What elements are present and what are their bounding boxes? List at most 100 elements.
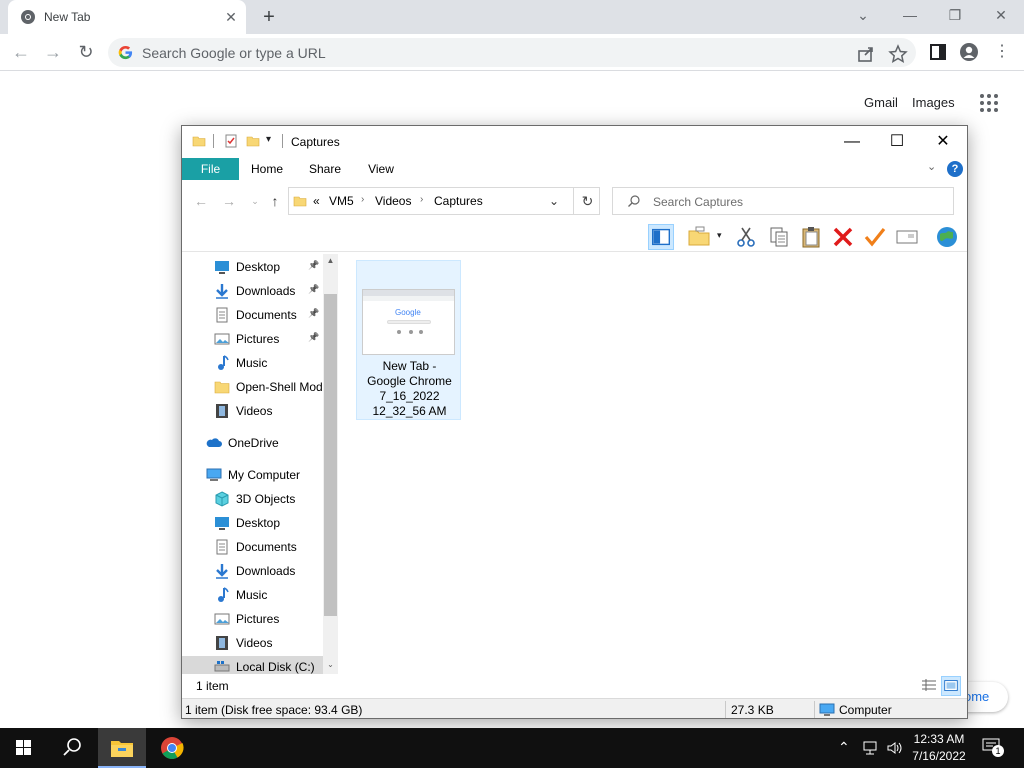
chrome-tab[interactable]: New Tab ✕ [8, 0, 246, 34]
network-icon[interactable] [862, 740, 880, 756]
sidebar-item-music[interactable]: Music [182, 584, 322, 606]
tab-view[interactable]: View [358, 158, 404, 180]
sidebar-item-documents[interactable]: Documents 📌 [182, 304, 322, 326]
tab-home[interactable]: Home [244, 158, 290, 180]
omnibox[interactable]: Search Google or type a URL [108, 38, 916, 67]
sidebar-item-open-shell-mod[interactable]: Open-Shell Mod [182, 376, 323, 398]
minimize-icon[interactable]: — [896, 4, 924, 26]
chrome-tab-strip: New Tab ✕ + ⌄ — ❐ ✕ [0, 0, 1024, 34]
videos-icon [216, 636, 228, 650]
sidebar-item-downloads[interactable]: Downloads [182, 560, 322, 582]
taskbar-search-icon[interactable] [48, 728, 96, 768]
forward-icon[interactable]: → [41, 40, 65, 64]
sidebar-item-pictures[interactable]: Pictures [182, 608, 322, 630]
large-icons-view-icon[interactable] [941, 676, 961, 696]
sidebar-item-label: Pictures [236, 332, 280, 346]
taskbar-file-explorer[interactable] [98, 728, 146, 768]
3d-objects-icon [215, 491, 229, 507]
address-bar[interactable]: « VM5 › Videos › Captures ⌄ ↻ [288, 187, 600, 215]
tab-close-icon[interactable]: ✕ [222, 8, 240, 26]
search-input[interactable]: Search Captures [612, 187, 954, 215]
profile-avatar-icon[interactable] [959, 42, 979, 62]
sidebar-item-documents[interactable]: Documents [182, 536, 322, 558]
email-icon[interactable] [894, 224, 920, 250]
close-window-icon[interactable]: ✕ [987, 4, 1015, 26]
quick-access-dropdown-icon[interactable]: ▾ [266, 134, 271, 145]
crumb-captures[interactable]: Captures [434, 194, 483, 208]
folder-icon [192, 136, 206, 147]
reload-icon[interactable]: ↻ [74, 40, 98, 64]
delete-icon[interactable] [830, 224, 856, 250]
properties-icon[interactable] [224, 134, 238, 148]
clock-time[interactable]: 12:33 AM [906, 732, 972, 746]
explorer-minimize-icon[interactable]: — [830, 130, 874, 154]
tab-search-icon[interactable]: ⌄ [849, 4, 877, 26]
copy-icon[interactable] [766, 224, 792, 250]
chrome-menu-icon[interactable]: ⋮ [994, 42, 1014, 62]
details-view-icon[interactable] [919, 676, 939, 696]
sidebar-item-music[interactable]: Music [182, 352, 322, 374]
address-dropdown-icon[interactable]: ⌄ [549, 194, 559, 208]
sidebar-item-label: Pictures [236, 612, 280, 626]
start-windows-icon[interactable] [0, 728, 48, 768]
sidebar-item-my-computer[interactable]: My Computer [182, 464, 322, 486]
taskbar-chrome[interactable] [148, 728, 196, 768]
paste-icon[interactable] [798, 224, 824, 250]
notification-center-icon[interactable]: 1 [982, 738, 1004, 758]
clock-date[interactable]: 7/16/2022 [906, 749, 972, 763]
sidebar-item-pictures[interactable]: Pictures 📌 [182, 328, 322, 350]
new-folder-toolbar-icon[interactable] [686, 224, 712, 250]
crumb-chevron-icon[interactable]: › [361, 194, 364, 205]
side-panel-icon[interactable] [928, 42, 948, 62]
help-icon[interactable]: ? [947, 161, 963, 177]
sidebar-item-videos[interactable]: Videos [182, 632, 322, 654]
file-item[interactable]: Google New Tab - Google Chrome 7_16_2022… [356, 260, 461, 420]
share-icon[interactable] [856, 44, 876, 64]
thumb-shortcut [419, 330, 423, 334]
refresh-icon[interactable]: ↻ [573, 188, 601, 214]
sidebar-item-downloads[interactable]: Downloads 📌 [182, 280, 322, 302]
gmail-link[interactable]: Gmail [864, 95, 898, 110]
pin-icon: 📌 [308, 260, 320, 270]
sidebar-item-local-disk-c[interactable]: Local Disk (C:) [182, 656, 338, 674]
globe-icon[interactable] [934, 224, 960, 250]
preview-pane-icon[interactable] [648, 224, 674, 250]
explorer-forward-icon[interactable]: → [220, 192, 238, 210]
cut-icon[interactable] [733, 224, 759, 250]
sidebar-item-3d-objects[interactable]: 3D Objects [182, 488, 322, 510]
sidebar-item-videos[interactable]: Videos [182, 400, 322, 422]
crumb-chevron-icon[interactable]: › [420, 194, 423, 205]
status-location: Computer [839, 703, 892, 717]
new-tab-button[interactable]: + [258, 6, 280, 28]
explorer-close-icon[interactable]: ✕ [921, 130, 965, 154]
item-count-row: 1 item [182, 676, 967, 696]
nav-scrollbar[interactable]: ▲ ⌄ [323, 254, 338, 674]
address-overflow[interactable]: « [313, 194, 320, 208]
bookmark-star-icon[interactable] [888, 44, 908, 64]
scroll-up-icon[interactable]: ▲ [325, 256, 336, 265]
explorer-maximize-icon[interactable]: ☐ [875, 130, 919, 154]
toolbar-dropdown-icon[interactable]: ▾ [717, 230, 722, 241]
explorer-back-icon[interactable]: ← [192, 192, 210, 210]
restore-icon[interactable]: ❐ [941, 4, 969, 26]
crumb-vm5[interactable]: VM5 [329, 194, 354, 208]
crumb-videos[interactable]: Videos [375, 194, 411, 208]
scroll-thumb[interactable] [324, 294, 337, 616]
tab-file[interactable]: File [182, 158, 239, 180]
ribbon-expand-icon[interactable]: ⌄ [927, 160, 936, 173]
volume-icon[interactable] [886, 740, 904, 756]
sidebar-item-onedrive[interactable]: OneDrive [182, 432, 322, 454]
recent-locations-icon[interactable]: ⌄ [246, 192, 264, 210]
tab-share[interactable]: Share [302, 158, 348, 180]
sidebar-item-desktop[interactable]: Desktop [182, 512, 322, 534]
google-apps-icon[interactable] [980, 94, 1000, 114]
up-folder-icon[interactable]: ↑ [266, 192, 284, 210]
sidebar-item-label: Local Disk (C:) [236, 660, 315, 674]
scroll-down-icon[interactable]: ⌄ [325, 660, 336, 669]
sidebar-item-desktop[interactable]: Desktop 📌 [182, 256, 322, 278]
images-link[interactable]: Images [912, 95, 955, 110]
new-folder-icon[interactable] [246, 134, 260, 148]
tray-overflow-icon[interactable]: ⌃ [838, 739, 850, 756]
back-icon[interactable]: ← [9, 40, 33, 64]
properties-check-icon[interactable] [862, 224, 888, 250]
